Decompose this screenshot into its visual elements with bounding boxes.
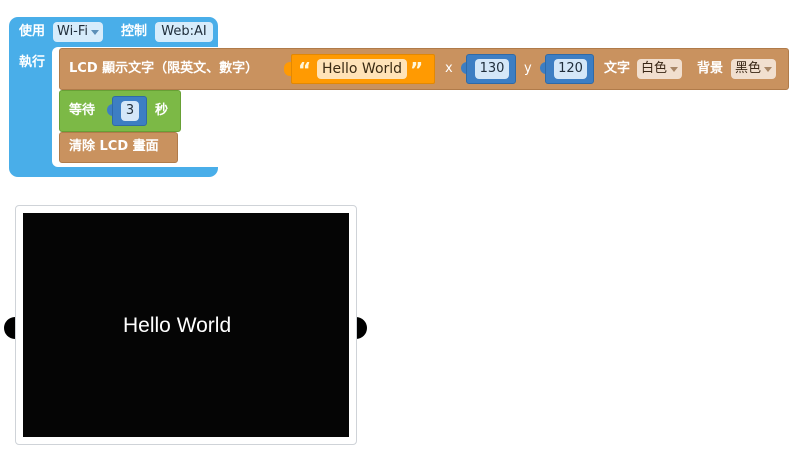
device-name-field[interactable]: Web:AI (155, 22, 213, 42)
x-number-block[interactable]: 130 (466, 54, 516, 84)
connection-type-value: Wi-Fi (57, 24, 89, 39)
wait-value-field[interactable]: 3 (121, 101, 139, 121)
use-label: 使用 (19, 24, 46, 39)
wait-number-block[interactable]: 3 (112, 96, 147, 126)
y-value-field[interactable]: 120 (554, 59, 587, 79)
chevron-down-icon (764, 66, 773, 72)
text-value-field[interactable]: Hello World (317, 59, 408, 79)
seconds-label: 秒 (155, 103, 169, 118)
wait-label: 等待 (69, 103, 96, 118)
control-label: 控制 (121, 24, 148, 39)
x-value-field[interactable]: 130 (475, 59, 509, 79)
close-quote-icon: ” (410, 58, 424, 82)
text-color-value: 白色 (641, 61, 668, 76)
chevron-down-icon (670, 66, 679, 72)
y-number-block[interactable]: 120 (545, 54, 594, 84)
bg-color-label: 背景 (697, 61, 724, 76)
clear-lcd-label: 清除 LCD 畫面 (69, 139, 159, 154)
lcd-display-label: LCD 顯示文字（限英文、數字） (69, 61, 259, 76)
text-color-dropdown[interactable]: 白色 (637, 59, 683, 79)
exec-label: 執行 (19, 55, 46, 70)
connection-type-dropdown[interactable]: Wi-Fi (53, 22, 104, 42)
bg-color-value: 黑色 (735, 61, 762, 76)
x-label: x (445, 61, 453, 76)
chevron-down-icon (91, 29, 100, 35)
open-quote-icon: “ (298, 58, 312, 82)
y-label: y (524, 61, 532, 76)
bg-color-dropdown[interactable]: 黑色 (731, 59, 777, 79)
lcd-display-text: Hello World (123, 314, 232, 337)
text-color-label: 文字 (604, 61, 631, 76)
